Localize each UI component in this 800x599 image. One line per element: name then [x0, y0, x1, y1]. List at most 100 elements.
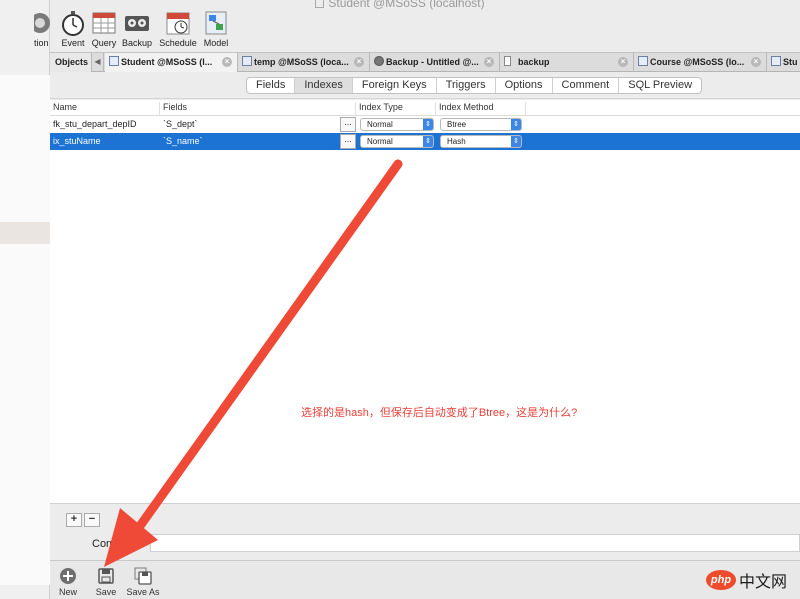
toolbar-event-button[interactable]: Event: [59, 10, 87, 48]
function-icon: [34, 10, 54, 36]
toolbar-model-label: Model: [203, 38, 229, 48]
index-name-cell[interactable]: fk_stu_depart_depID: [50, 119, 137, 129]
table-icon: [91, 10, 117, 36]
toolbar-model-button[interactable]: Model: [201, 10, 231, 48]
tab-options[interactable]: Options: [496, 78, 553, 93]
chevron-updown-icon: ⇕: [511, 136, 521, 147]
column-header-index-type[interactable]: Index Type: [356, 102, 436, 115]
column-header-name[interactable]: Name: [50, 102, 160, 115]
toolbar-event-label: Event: [61, 38, 85, 48]
table-row[interactable]: fk_stu_depart_depID `S_dept` ... Normal …: [50, 116, 800, 133]
toolbar-backup-label: Backup: [121, 38, 153, 48]
tab-objects[interactable]: Objects: [50, 53, 92, 72]
window-title: Student @MSoSS (localhost): [0, 0, 800, 10]
table-tab-icon: [638, 56, 648, 66]
tab-student[interactable]: Student @MSoSS (l... ×: [105, 53, 238, 72]
fields-picker-button[interactable]: ...: [340, 117, 356, 132]
stopwatch-icon: [60, 10, 86, 36]
index-method-select[interactable]: Btree ⇕: [440, 118, 522, 131]
table-tab-icon: [109, 56, 119, 66]
chevron-updown-icon: ⇕: [511, 119, 521, 130]
index-type-select[interactable]: Normal ⇕: [360, 118, 434, 131]
index-method-value: Hash: [447, 137, 466, 146]
watermark-text: 中文网: [739, 572, 788, 591]
toolbar-function-button[interactable]: tion: [34, 10, 54, 48]
index-fields-cell[interactable]: `S_name`: [160, 136, 203, 146]
table-tab-icon: [771, 56, 781, 66]
close-icon[interactable]: ×: [222, 57, 232, 67]
sidebar-highlight: [0, 222, 50, 244]
index-type-select[interactable]: Normal ⇕: [360, 135, 434, 148]
left-sidebar: [0, 0, 50, 599]
grid-header: Name Fields Index Type Index Method: [50, 100, 800, 116]
tab-fields[interactable]: Fields: [247, 78, 296, 93]
tape-tab-icon: [374, 56, 384, 66]
index-method-select[interactable]: Hash ⇕: [440, 135, 522, 148]
column-header-index-method[interactable]: Index Method: [436, 102, 526, 115]
add-index-button[interactable]: +: [66, 513, 82, 527]
table-row-selected[interactable]: ix_stuName `S_name` ... Normal ⇕ Hash ⇕: [50, 133, 800, 150]
new-button[interactable]: New: [58, 567, 78, 597]
index-type-value: Normal: [367, 120, 393, 129]
tab-objects-label: Objects: [55, 57, 89, 67]
index-name-cell[interactable]: ix_stuName: [50, 136, 101, 146]
save-icon: [97, 567, 115, 585]
save-button[interactable]: Save: [94, 567, 118, 597]
toolbar-query-button[interactable]: Query: [90, 10, 118, 48]
fields-picker-button[interactable]: ...: [340, 134, 356, 149]
tab-indexes[interactable]: Indexes: [295, 78, 353, 93]
tab-comment[interactable]: Comment: [553, 78, 620, 93]
designer-subtabs: Fields Indexes Foreign Keys Triggers Opt…: [50, 73, 800, 99]
file-tab-icon: [504, 56, 511, 66]
tab-label: backup: [518, 57, 550, 67]
tab-backup[interactable]: backup ×: [500, 53, 634, 72]
tab-course[interactable]: Course @MSoSS (lo... ×: [634, 53, 767, 72]
index-type-value: Normal: [367, 137, 393, 146]
tab-sql-preview[interactable]: SQL Preview: [619, 78, 701, 93]
toolbar-backup-button[interactable]: Backup: [121, 10, 153, 48]
tab-scroll-left-icon[interactable]: ◀: [92, 53, 104, 72]
save-as-button[interactable]: Save As: [126, 567, 160, 597]
close-icon[interactable]: ×: [354, 57, 364, 67]
annotation-text: 选择的是hash，但保存后自动变成了Btree，这是为什么?: [301, 407, 578, 419]
index-method-value: Btree: [447, 120, 467, 129]
table-tab-icon: [242, 56, 252, 66]
document-tab-bar: Objects ◀ Student @MSoSS (l... × temp @M…: [50, 52, 800, 72]
tab-foreign-keys[interactable]: Foreign Keys: [353, 78, 437, 93]
index-fields-cell[interactable]: `S_dept`: [160, 119, 198, 129]
close-icon[interactable]: ×: [484, 57, 494, 67]
model-icon: [203, 10, 229, 36]
sidebar-panel: [0, 75, 50, 585]
comment-field[interactable]: [150, 534, 800, 552]
column-header-fields[interactable]: Fields: [160, 102, 356, 115]
new-button-label: New: [58, 587, 77, 597]
close-icon[interactable]: ×: [751, 57, 761, 67]
save-as-icon: [134, 567, 152, 585]
tab-triggers[interactable]: Triggers: [437, 78, 496, 93]
tape-icon: [124, 10, 150, 36]
tab-backup-untitled[interactable]: Backup - Untitled @... ×: [370, 53, 500, 72]
toolbar-schedule-label: Schedule: [159, 38, 197, 48]
tab-label: temp @MSoSS (loca...: [254, 57, 349, 67]
document-icon: [315, 0, 325, 8]
segmented-control: Fields Indexes Foreign Keys Triggers Opt…: [246, 77, 703, 94]
toolbar-function-label: tion: [34, 38, 49, 48]
indexes-grid: Name Fields Index Type Index Method fk_s…: [50, 100, 800, 503]
tab-temp[interactable]: temp @MSoSS (loca... ×: [238, 53, 370, 72]
toolbar-schedule-button[interactable]: Schedule: [158, 10, 198, 48]
tab-label: Backup - Untitled @...: [386, 57, 479, 67]
chevron-updown-icon: ⇕: [423, 119, 433, 130]
tab-label: Stu: [783, 57, 798, 67]
tab-label: Student @MSoSS (l...: [121, 57, 213, 67]
tab-label: Course @MSoSS (lo...: [650, 57, 745, 67]
save-as-button-label: Save As: [126, 587, 160, 597]
remove-index-button[interactable]: −: [84, 513, 100, 527]
close-icon[interactable]: ×: [618, 57, 628, 67]
calendar-icon: [165, 10, 191, 36]
tab-stu[interactable]: Stu: [767, 53, 800, 72]
toolbar-query-label: Query: [91, 38, 117, 48]
index-controls-area: + − Comm: [50, 503, 800, 560]
bottom-toolbar: New Save Save As: [50, 560, 800, 599]
window-title-text: Student @MSoSS (localhost): [328, 0, 485, 10]
watermark: php 中文网: [706, 568, 787, 592]
